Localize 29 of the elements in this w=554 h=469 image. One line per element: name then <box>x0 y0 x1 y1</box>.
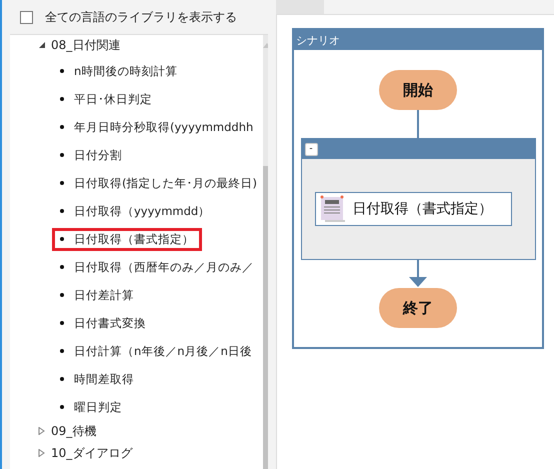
group-block[interactable]: - 日付取得（書式指定） <box>300 138 536 260</box>
tree-folder[interactable]: 10_ダイアログ <box>51 444 132 462</box>
tree-item[interactable]: 年月日時分秒取得(yyyymmddhh <box>54 118 260 136</box>
expanded-caret-icon[interactable] <box>38 41 45 49</box>
tree-item[interactable]: 日付計算（n年後／n月後／n日後 <box>54 342 258 360</box>
tree-item[interactable]: 平日･休日判定 <box>54 90 158 108</box>
tree-item[interactable]: 日付取得（書式指定） <box>54 230 200 248</box>
tree-folder[interactable]: 08_日付関連 <box>51 36 120 54</box>
tree-item[interactable]: 日付取得(指定した年･月の最終日) <box>54 174 263 192</box>
start-node[interactable]: 開始 <box>379 70 457 110</box>
action-node[interactable]: 日付取得（書式指定） <box>314 192 512 226</box>
tree-item[interactable]: 日付取得（yyyymmdd） <box>54 202 216 220</box>
collapsed-caret-icon[interactable] <box>38 427 45 435</box>
tree-item[interactable]: 曜日判定 <box>54 398 128 416</box>
tree-folder[interactable]: 09_待機 <box>51 422 96 440</box>
tree-item[interactable]: 日付分割 <box>54 146 128 164</box>
tree-item[interactable]: 日付差計算 <box>54 286 140 304</box>
collapsed-caret-icon[interactable] <box>38 449 45 457</box>
tree-item[interactable]: 時間差取得 <box>54 370 140 388</box>
arrow-connector <box>408 260 428 288</box>
checkbox-label: 全ての言語のライブラリを表示する <box>45 8 237 26</box>
collapse-button[interactable]: - <box>304 142 318 156</box>
script-icon <box>318 195 346 223</box>
scenario-title: シナリオ <box>294 30 542 50</box>
checkbox[interactable] <box>20 10 33 24</box>
tree-item[interactable]: n時間後の時刻計算 <box>54 62 184 80</box>
tree-item[interactable]: 日付取得（西暦年のみ／月のみ／ <box>54 258 260 276</box>
end-node[interactable]: 終了 <box>379 288 457 328</box>
tree-item[interactable]: 日付書式変換 <box>54 314 152 332</box>
